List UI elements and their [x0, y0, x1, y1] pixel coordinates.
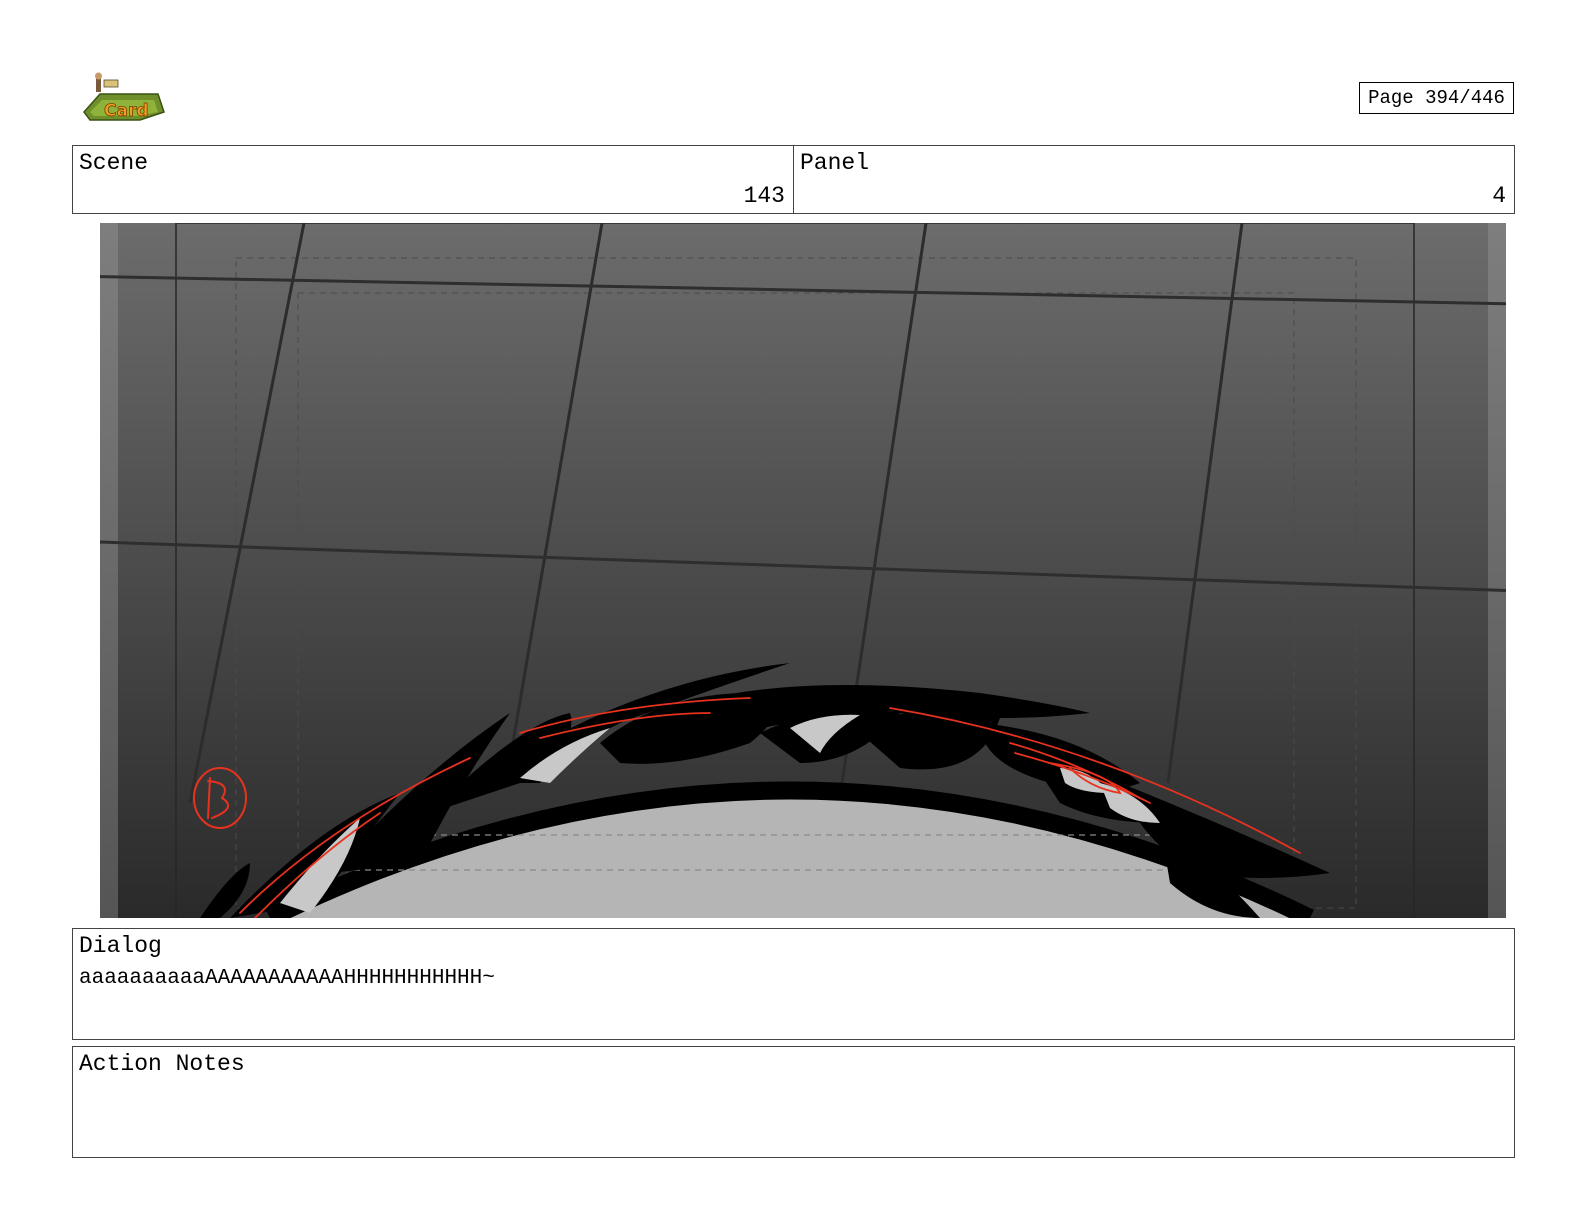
scene-label: Scene	[79, 150, 149, 176]
panel-number: 4	[1492, 183, 1506, 209]
svg-text:Card: Card	[104, 101, 149, 121]
action-notes-field: Action Notes	[72, 1046, 1515, 1158]
storyboard-frame	[100, 223, 1506, 918]
scene-field: Scene 143	[72, 145, 794, 214]
dialog-field: Dialog aaaaaaaaaaAAAAAAAAAAAHHHHHHHHHHH~	[72, 928, 1515, 1040]
dialog-text: aaaaaaaaaaAAAAAAAAAAAHHHHHHHHHHH~	[79, 967, 495, 990]
panel-label: Panel	[800, 150, 870, 176]
scene-number: 143	[743, 183, 785, 209]
page-indicator: Page 394/446	[1359, 82, 1514, 114]
panel-field: Panel 4	[793, 145, 1515, 214]
studio-logo-icon: Card	[80, 72, 166, 124]
action-notes-label: Action Notes	[79, 1051, 245, 1077]
dialog-label: Dialog	[79, 933, 162, 959]
